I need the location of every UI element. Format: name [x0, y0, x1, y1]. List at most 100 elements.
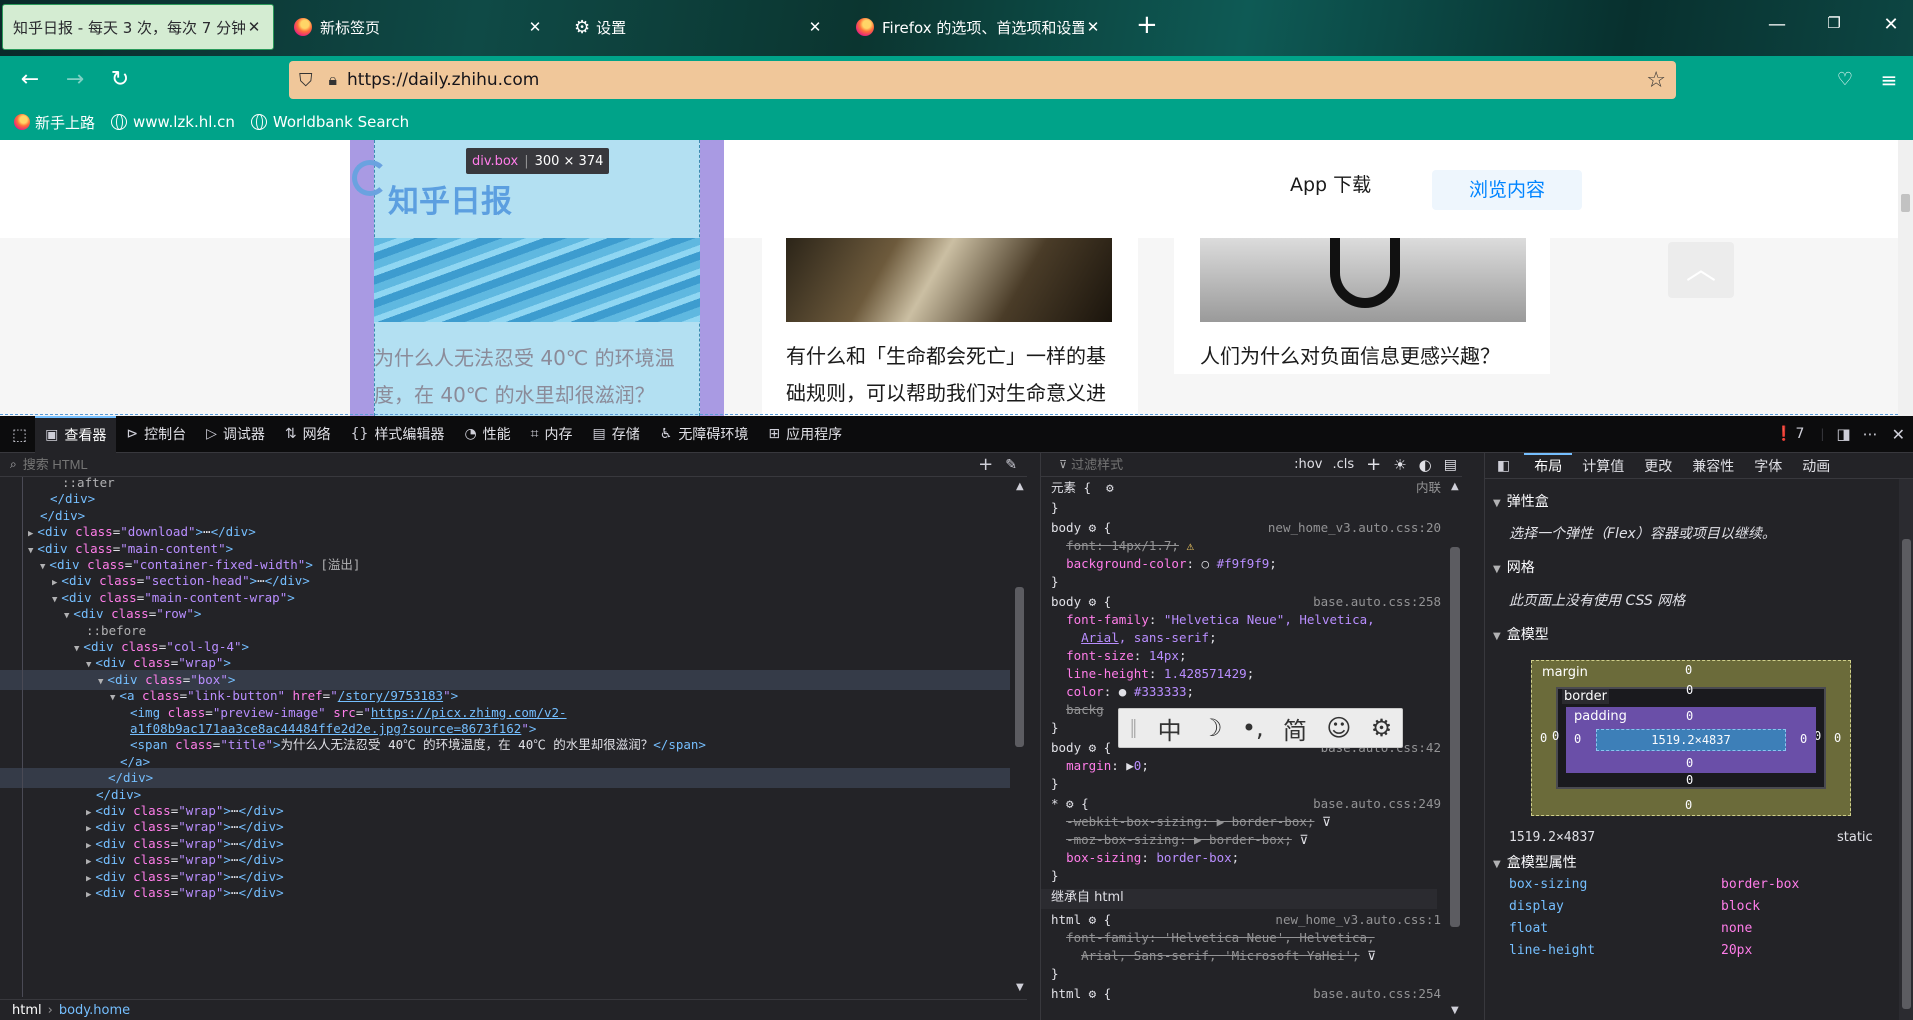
css-rule-line[interactable]: -moz-box-sizing: ▶ border-box; ⊽	[1051, 831, 1447, 849]
css-rule-line[interactable]: html ⚙ {base.auto.css:254	[1051, 985, 1447, 1003]
story-card[interactable]: 有什么和「生命都会死亡」一样的基础规则，可以帮助我们对生命意义进	[762, 238, 1138, 416]
ime-simplified-mode[interactable]: 简	[1283, 711, 1307, 746]
margin-bottom-value[interactable]: 0	[1685, 798, 1692, 812]
css-rule-line[interactable]: Arial, Sans-serif, 'Microsoft YaHei'; ⊽	[1051, 947, 1447, 965]
close-tab-icon[interactable]: ✕	[1084, 18, 1102, 36]
devtools-tab-inspector[interactable]: ▣ 查看器	[35, 415, 117, 453]
border-left-value[interactable]: 0	[1552, 729, 1559, 743]
rule-source-link[interactable]: new_home_v3.auto.css:20	[1268, 519, 1441, 537]
pocket-icon[interactable]: ♡	[1830, 66, 1860, 94]
css-rule-line[interactable]: font-family: "Helvetica Neue", Helvetica…	[1051, 611, 1447, 629]
css-rule-line[interactable]: }	[1051, 573, 1447, 591]
border-top-value[interactable]: 0	[1686, 683, 1693, 697]
bookmark-item[interactable]: 新手上路	[14, 112, 95, 133]
border-bottom-value[interactable]: 0	[1686, 773, 1693, 787]
scrollbar-thumb[interactable]	[1450, 547, 1460, 927]
back-to-top-button[interactable]: ︿	[1668, 242, 1734, 298]
devtools-tab-network[interactable]: ⇅ 网络	[275, 416, 341, 453]
devtools-tab-style-editor[interactable]: {} 样式编辑器	[341, 416, 455, 453]
css-rule-line[interactable]: font-size: 14px;	[1051, 647, 1447, 665]
emoji-icon[interactable]: ☺	[1326, 714, 1351, 742]
ime-settings-icon[interactable]: ⚙	[1371, 714, 1393, 742]
more-options-icon[interactable]: ⋯	[1863, 425, 1878, 443]
filter-styles-input[interactable]	[1071, 457, 1272, 472]
rule-source-link[interactable]: base.auto.css:258	[1313, 593, 1441, 611]
padding-right-value[interactable]: 0	[1800, 732, 1807, 746]
tab-settings[interactable]: ⚙ 设置 ✕	[564, 4, 834, 50]
css-rule-line[interactable]: Arial, sans-serif;	[1051, 629, 1447, 647]
css-rule-line[interactable]: box-sizing: border-box;	[1051, 849, 1447, 867]
bookmark-item[interactable]: www.lzk.hl.cn	[111, 113, 235, 131]
grid-section-header[interactable]: ▼ 网格	[1493, 557, 1535, 577]
cls-toggle[interactable]: .cls	[1332, 457, 1354, 472]
css-rule-line[interactable]: }	[1051, 867, 1447, 885]
css-rule-line[interactable]: font-family: 'Helvetica Neue', Helvetica…	[1051, 929, 1447, 947]
error-icon[interactable]: ❗	[1775, 426, 1792, 442]
add-rule-icon[interactable]: +	[1366, 454, 1381, 475]
boxmodel-padding[interactable]: padding 0 0 0 0 1519.2×4837	[1566, 707, 1816, 773]
rule-source-link[interactable]: new_home_v3.auto.css:1	[1275, 911, 1441, 929]
bookmark-item[interactable]: Worldbank Search	[250, 113, 409, 131]
scrollbar-thumb[interactable]	[1015, 587, 1024, 747]
tab-animations[interactable]: 动画	[1792, 456, 1840, 476]
tab-changes[interactable]: 更改	[1634, 456, 1682, 476]
dock-icon[interactable]: ◨	[1836, 425, 1850, 443]
css-rule-line[interactable]: margin: ▶0;	[1051, 757, 1447, 775]
css-rule-line[interactable]: -webkit-box-sizing: ▶ border-box; ⊽	[1051, 813, 1447, 831]
padding-bottom-value[interactable]: 0	[1686, 756, 1693, 770]
close-tab-icon[interactable]: ✕	[806, 18, 824, 36]
boxmodel-props-header[interactable]: ▼ 盒模型属性	[1493, 852, 1577, 872]
bookmark-star-icon[interactable]: ☆	[1646, 68, 1666, 93]
close-tab-icon[interactable]: ✕	[526, 18, 544, 36]
margin-left-value[interactable]: 0	[1540, 731, 1547, 745]
story-card[interactable]: 人们为什么对负面信息更感兴趣？	[1174, 238, 1550, 374]
css-rule-line[interactable]: background-color: ○ #f9f9f9;	[1051, 555, 1447, 573]
markup-node[interactable]: ▶ <div class="wrap">⋯</div>	[0, 883, 1010, 903]
app-download-link[interactable]: App 下载	[1290, 170, 1371, 197]
css-rule-line[interactable]: body ⚙ {new_home_v3.auto.css:20	[1051, 519, 1447, 537]
ime-chinese-mode[interactable]: 中	[1158, 711, 1182, 746]
eyedropper-icon[interactable]: ✎	[1005, 457, 1017, 473]
toggle-sidebar-icon[interactable]: ◧	[1497, 458, 1510, 474]
padding-top-value[interactable]: 0	[1686, 709, 1693, 723]
margin-top-value[interactable]: 0	[1685, 663, 1692, 677]
devtools-tab-performance[interactable]: ◔ 性能	[454, 416, 520, 453]
scrollbar-thumb[interactable]	[1902, 539, 1911, 1009]
tab-computed[interactable]: 计算值	[1572, 456, 1634, 476]
boxmodel-section-header[interactable]: ▼ 盒模型	[1493, 624, 1549, 644]
tab-new-tab[interactable]: 新标签页 ✕	[284, 4, 554, 50]
tab-compatibility[interactable]: 兼容性	[1682, 456, 1744, 476]
menu-icon[interactable]: ≡	[1874, 66, 1904, 94]
css-rule-line[interactable]: * ⚙ {base.auto.css:249	[1051, 795, 1447, 813]
error-count[interactable]: 7	[1795, 426, 1804, 442]
flexbox-section-header[interactable]: ▼ 弹性盒	[1493, 491, 1549, 511]
expand-arrow-icon[interactable]: ▶	[86, 890, 91, 900]
scroll-up-icon[interactable]: ▲	[1451, 481, 1459, 492]
element-picker-icon[interactable]: ⬚	[12, 425, 27, 444]
devtools-tab-memory[interactable]: ⌗ 内存	[521, 416, 583, 453]
reload-icon[interactable]: ↻	[105, 66, 135, 94]
forward-icon[interactable]: →	[60, 66, 90, 94]
markup-scrollbar[interactable]: ▲ ▼	[1012, 477, 1027, 997]
shield-icon[interactable]: ⛉	[299, 70, 313, 91]
rule-source-link[interactable]: base.auto.css:249	[1313, 795, 1441, 813]
url-text[interactable]: https://daily.zhihu.com	[347, 70, 539, 90]
close-window-icon[interactable]: ✕	[1879, 14, 1903, 35]
light-mode-icon[interactable]: ☀	[1393, 456, 1406, 474]
url-bar[interactable]: ⛉ 🔒︎ https://daily.zhihu.com ☆	[289, 61, 1676, 99]
layout-scrollbar[interactable]	[1899, 479, 1913, 1020]
minimize-icon[interactable]: —	[1765, 14, 1789, 35]
html-search-input[interactable]	[22, 457, 923, 472]
rules-scrollbar[interactable]: ▲ ▼	[1447, 477, 1462, 1020]
print-media-icon[interactable]: ▤	[1444, 457, 1457, 473]
browse-content-button[interactable]: 浏览内容	[1432, 170, 1582, 210]
devtools-tab-storage[interactable]: ▤ 存储	[583, 416, 650, 453]
rule-source-link[interactable]: base.auto.css:254	[1313, 985, 1441, 1003]
new-tab-button[interactable]: +	[1136, 10, 1158, 40]
breadcrumb-item[interactable]: html	[12, 1003, 42, 1018]
add-node-icon[interactable]: +	[978, 454, 993, 475]
lock-icon[interactable]: 🔒︎	[329, 70, 338, 90]
padding-left-value[interactable]: 0	[1574, 732, 1581, 746]
page-scrollbar[interactable]	[1898, 140, 1913, 416]
site-logo[interactable]: 知乎日报	[388, 176, 512, 221]
